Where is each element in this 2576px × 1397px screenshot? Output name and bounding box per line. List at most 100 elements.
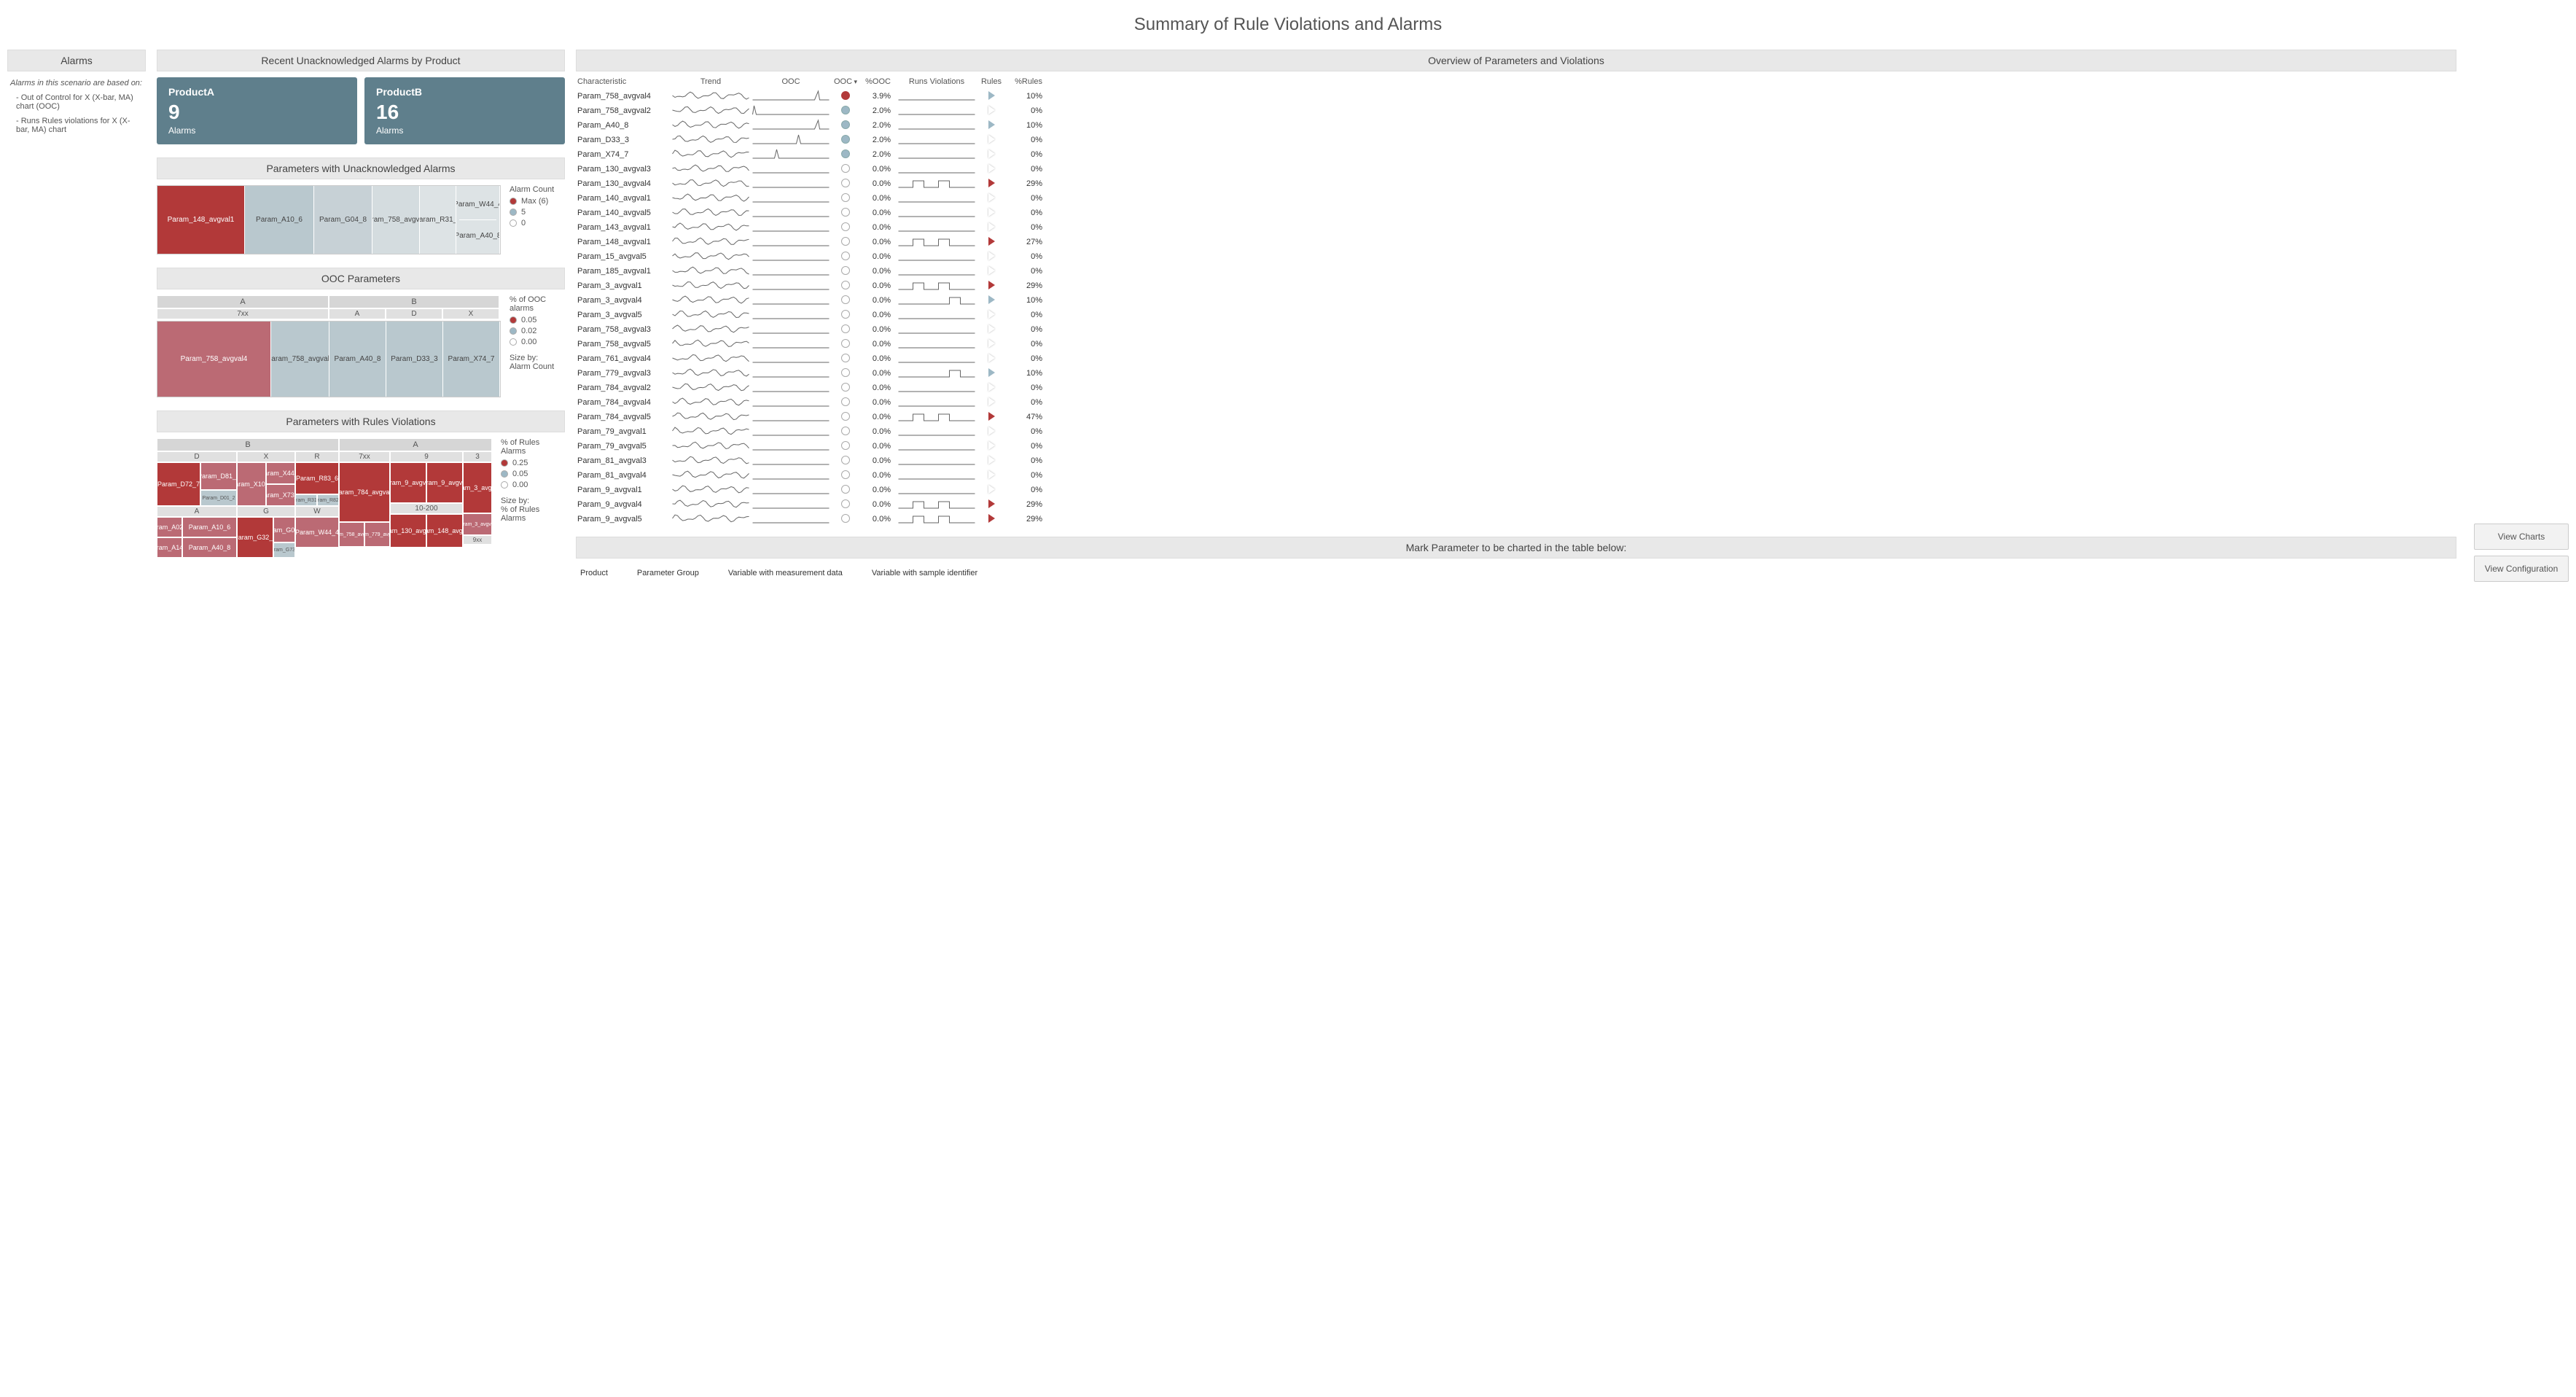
treemap-cell[interactable]: Param_R31_5: [295, 494, 317, 506]
ov-hdr-ooc[interactable]: OOC: [751, 77, 831, 86]
overview-row[interactable]: Param_758_avgval4 3.9% 10%: [576, 89, 2456, 104]
alarms-note-item: Out of Control for X (X-bar, MA) chart (…: [10, 93, 143, 111]
ov-hdr-runs[interactable]: Runs Violations: [897, 77, 977, 86]
overview-row[interactable]: Param_784_avgval4 0.0% 0%: [576, 395, 2456, 410]
ooc-treemap[interactable]: Param_758_avgval4Param_758_avgval2Param_…: [157, 321, 501, 397]
treemap-cell[interactable]: Param_D33_3: [386, 322, 443, 397]
treemap-cell[interactable]: Param_D81_5: [200, 462, 237, 490]
ov-prules-value: 29%: [1006, 515, 1042, 524]
treemap-cell[interactable]: Param_9_avgval4: [390, 462, 426, 503]
overview-row[interactable]: Param_D33_3 2.0% 0%: [576, 133, 2456, 147]
ov-prules-value: 10%: [1006, 121, 1042, 130]
view-charts-button[interactable]: View Charts: [2474, 524, 2569, 550]
treemap-cell[interactable]: Param_A02_8: [157, 517, 182, 537]
overview-row[interactable]: Param_9_avgval5 0.0% 29%: [576, 512, 2456, 526]
overview-row[interactable]: Param_9_avgval4 0.0% 29%: [576, 497, 2456, 512]
treemap-cell[interactable]: Param_779_avgval3: [364, 522, 390, 547]
ov-rules-tri: [977, 339, 1006, 350]
treemap-cell[interactable]: Param_X44_7: [266, 462, 295, 484]
overview-row[interactable]: Param_3_avgval1 0.0% 29%: [576, 279, 2456, 293]
treemap-cell[interactable]: Param_D72_7: [157, 462, 200, 506]
overview-row[interactable]: Param_X74_7 2.0% 0%: [576, 147, 2456, 162]
ov-rules-tri: [977, 324, 1006, 335]
ov-prules-value: 0%: [1006, 354, 1042, 363]
overview-row[interactable]: Param_784_avgval5 0.0% 47%: [576, 410, 2456, 424]
ov-rules-tri: [977, 368, 1006, 379]
treemap-cell[interactable]: Param_148_avgval1: [157, 186, 245, 254]
ov-runs-spark: [897, 513, 977, 526]
treemap-cell[interactable]: Param_A10_6: [182, 517, 237, 537]
overview-row[interactable]: Param_81_avgval3 0.0% 0%: [576, 454, 2456, 468]
treemap-cell[interactable]: Param_X73_8: [266, 484, 295, 506]
treemap-cell[interactable]: Param_G04_8: [314, 186, 372, 254]
ov-hdr-pooc[interactable]: %OOC: [860, 77, 897, 86]
legend-row: 0.05: [510, 316, 565, 324]
ov-hdr-characteristic[interactable]: Characteristic: [576, 77, 671, 86]
treemap-cell[interactable]: Param_A14_7: [157, 537, 182, 558]
overview-row[interactable]: Param_79_avgval1 0.0% 0%: [576, 424, 2456, 439]
ov-ooc-spark: [751, 177, 831, 191]
treemap-cell[interactable]: Param_W44_4Param_A40_8: [456, 186, 500, 254]
overview-row[interactable]: Param_3_avgval5 0.0% 0%: [576, 308, 2456, 322]
treemap-cell[interactable]: Param_W44_4: [295, 517, 339, 548]
ov-rules-tri: [977, 120, 1006, 131]
treemap-cell[interactable]: Param_758_avgval4: [372, 186, 420, 254]
treemap-cell[interactable]: Param_3_avgval4: [463, 513, 492, 535]
overview-row[interactable]: Param_758_avgval3 0.0% 0%: [576, 322, 2456, 337]
treemap-cell[interactable]: Param_R82_1: [317, 494, 339, 506]
overview-row[interactable]: Param_A40_8 2.0% 10%: [576, 118, 2456, 133]
overview-row[interactable]: Param_758_avgval5 0.0% 0%: [576, 337, 2456, 351]
treemap-cell[interactable]: Param_D01_2: [200, 490, 237, 506]
overview-row[interactable]: Param_140_avgval1 0.0% 0%: [576, 191, 2456, 206]
ov-ooc-dot: [831, 135, 860, 146]
overview-row[interactable]: Param_761_avgval4 0.0% 0%: [576, 351, 2456, 366]
overview-row[interactable]: Param_79_avgval5 0.0% 0%: [576, 439, 2456, 454]
ov-trend-spark: [671, 104, 751, 118]
treemap-cell[interactable]: Param_R83_6: [295, 462, 339, 494]
rules-treemap[interactable]: B D Param_D72_7 Param_D81_5 Param_D01_2 …: [157, 438, 492, 558]
overview-row[interactable]: Param_3_avgval4 0.0% 10%: [576, 293, 2456, 308]
overview-row[interactable]: Param_81_avgval4 0.0% 0%: [576, 468, 2456, 483]
treemap-cell[interactable]: Param_G04_8: [273, 517, 295, 542]
treemap-cell[interactable]: Param_758_avgval4: [339, 522, 364, 547]
overview-row[interactable]: Param_784_avgval2 0.0% 0%: [576, 381, 2456, 395]
ov-hdr-rules[interactable]: Rules: [977, 77, 1006, 86]
ov-prules-value: 0%: [1006, 427, 1042, 436]
treemap-cell[interactable]: Param_X10_5: [237, 462, 266, 506]
overview-row[interactable]: Param_140_avgval5 0.0% 0%: [576, 206, 2456, 220]
overview-row[interactable]: Param_779_avgval3 0.0% 10%: [576, 366, 2456, 381]
ov-hdr-prules[interactable]: %Rules: [1006, 77, 1042, 86]
treemap-cell[interactable]: Param_758_avgval2: [271, 322, 329, 397]
treemap-cell[interactable]: Param_130_avgval4: [390, 514, 426, 548]
ov-ooc-dot: [831, 456, 860, 467]
treemap-cell[interactable]: Param_758_avgval4: [157, 322, 271, 397]
overview-row[interactable]: Param_148_avgval1 0.0% 27%: [576, 235, 2456, 249]
ov-hdr-oocdot[interactable]: OOC: [831, 77, 860, 86]
product-card-a[interactable]: ProductA 9 Alarms: [157, 77, 357, 144]
overview-row[interactable]: Param_130_avgval4 0.0% 29%: [576, 176, 2456, 191]
unack-treemap[interactable]: Param_148_avgval1Param_A10_6Param_G04_8P…: [157, 185, 501, 254]
overview-row[interactable]: Param_15_avgval5 0.0% 0%: [576, 249, 2456, 264]
treemap-cell[interactable]: Param_3_avgval1: [463, 462, 492, 513]
overview-row[interactable]: Param_143_avgval1 0.0% 0%: [576, 220, 2456, 235]
treemap-cell[interactable]: Param_148_avgval1: [426, 514, 463, 548]
overview-row[interactable]: Param_9_avgval1 0.0% 0%: [576, 483, 2456, 497]
treemap-cell[interactable]: Param_9_avgval5: [426, 462, 463, 503]
treemap-cell[interactable]: Param_G32_6: [237, 517, 273, 558]
treemap-cell[interactable]: Param_G73_7: [273, 542, 295, 558]
treemap-cell[interactable]: Param_A10_6: [245, 186, 314, 254]
ov-rules-tri: [977, 441, 1006, 452]
treemap-cell[interactable]: Param_R31_5: [420, 186, 456, 254]
treemap-cell[interactable]: Param_X74_7: [443, 322, 500, 397]
treemap-cell[interactable]: Param_A40_8: [329, 322, 386, 397]
treemap-cell[interactable]: Param_A40_8: [182, 537, 237, 558]
treemap-cell[interactable]: Param_784_avgval5: [339, 462, 390, 522]
overview-row[interactable]: Param_130_avgval3 0.0% 0%: [576, 162, 2456, 176]
ov-hdr-trend[interactable]: Trend: [671, 77, 751, 86]
overview-row[interactable]: Param_758_avgval2 2.0% 0%: [576, 104, 2456, 118]
rules-legend-title: % of Rules Alarms: [501, 438, 565, 456]
view-config-button[interactable]: View Configuration: [2474, 556, 2569, 582]
product-card-b[interactable]: ProductB 16 Alarms: [364, 77, 565, 144]
overview-row[interactable]: Param_185_avgval1 0.0% 0%: [576, 264, 2456, 279]
ov-characteristic: Param_15_avgval5: [576, 252, 671, 261]
